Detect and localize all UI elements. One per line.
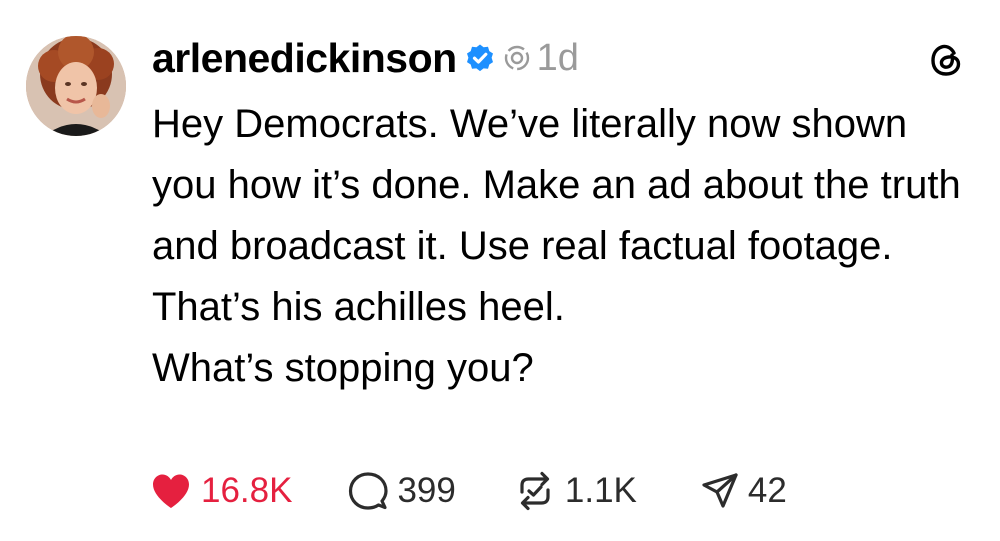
post-header: arlenedickinson 1d xyxy=(152,30,579,86)
reposted-icon xyxy=(503,44,531,72)
reply-button[interactable]: 399 xyxy=(348,471,456,511)
repost-icon xyxy=(514,470,556,512)
like-button[interactable]: 16.8K xyxy=(150,471,292,511)
verified-badge-icon xyxy=(465,43,495,73)
avatar[interactable] xyxy=(26,36,126,136)
share-button[interactable]: 42 xyxy=(701,471,787,511)
like-count: 16.8K xyxy=(201,471,293,510)
repost-count: 1.1K xyxy=(564,471,637,510)
reply-count: 399 xyxy=(397,471,456,510)
post-actions: 16.8K 399 1.1K 42 xyxy=(150,466,787,516)
post-paragraph: Hey Democrats. We’ve literally now shown… xyxy=(152,102,961,329)
post-body: Hey Democrats. We’ve literally now shown… xyxy=(152,94,972,399)
comment-icon xyxy=(348,471,389,511)
heart-icon xyxy=(150,472,192,510)
post-timestamp: 1d xyxy=(536,36,579,79)
threads-logo-icon[interactable] xyxy=(928,42,964,78)
repost-button[interactable]: 1.1K xyxy=(514,470,637,512)
username[interactable]: arlenedickinson xyxy=(152,35,457,82)
share-count: 42 xyxy=(747,471,787,510)
post-paragraph: What’s stopping you? xyxy=(152,346,534,390)
threads-post: arlenedickinson 1d Hey Democrats. We’ve … xyxy=(0,0,1000,541)
share-icon xyxy=(701,472,739,510)
